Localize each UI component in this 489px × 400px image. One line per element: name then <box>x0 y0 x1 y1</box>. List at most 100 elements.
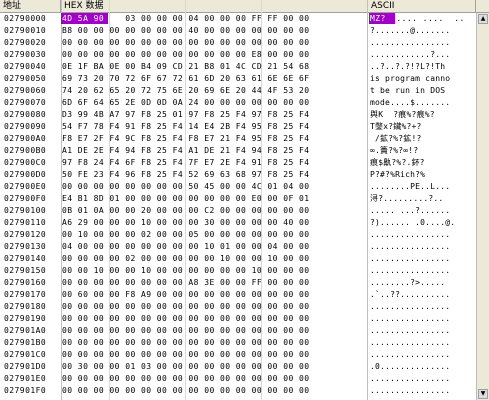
row-hex-bytes[interactable]: 4D 5A 90 00 03 00 00 00 04 00 00 00 FF F… <box>62 13 365 24</box>
row-hex-bytes[interactable]: A1 DE 2E F4 94 F8 25 F4 A1 DE 21 F4 94 F… <box>62 145 365 156</box>
hex-row[interactable]: 027901B0 00 00 00 00 00 00 00 00 00 00 00… <box>0 337 489 348</box>
hex-row[interactable]: 027901A0 00 00 00 00 00 00 00 00 00 00 00… <box>0 325 489 336</box>
row-ascii[interactable]: is program canno <box>370 73 475 84</box>
hex-row[interactable]: 027900D0 50 FE 23 F4 96 F8 25 F4 52 69 63… <box>0 169 489 180</box>
row-hex-bytes[interactable]: 00 00 00 00 00 00 00 00 00 00 00 00 00 0… <box>62 385 365 396</box>
hex-row[interactable]: 02790070 6D 6F 64 65 2E 0D 0D 0A 24 00 00… <box>0 97 489 108</box>
address-column-header[interactable]: 地址 <box>0 0 61 12</box>
row-hex-bytes[interactable]: E4 B1 8D 01 00 00 00 00 00 00 00 00 E0 0… <box>62 193 365 204</box>
row-hex-bytes[interactable]: 50 FE 23 F4 96 F8 25 F4 52 69 63 68 97 F… <box>62 169 365 180</box>
row-ascii[interactable]: T鐅x?鑶%?+? <box>370 121 475 132</box>
hex-row[interactable]: 02790030 00 00 00 00 00 00 00 00 00 00 00… <box>0 49 489 60</box>
row-ascii[interactable]: 痕$鼽?%?.鈈? <box>370 157 475 168</box>
hex-row[interactable]: 02790050 69 73 20 70 72 6F 67 72 61 6D 20… <box>0 73 489 84</box>
row-ascii[interactable]: ................ <box>370 373 475 384</box>
row-ascii[interactable]: ?)...... .0....@. <box>370 217 475 228</box>
row-ascii[interactable]: ................ <box>370 229 475 240</box>
hex-row[interactable]: 027901C0 00 00 00 00 00 00 00 00 00 00 00… <box>0 349 489 360</box>
row-ascii[interactable]: P?#?%Rich?% <box>370 169 475 180</box>
row-hex-bytes[interactable]: D3 99 4B A7 97 F8 25 01 97 F8 25 F4 97 F… <box>62 109 365 120</box>
row-hex-bytes[interactable]: 74 20 62 65 20 72 75 6E 20 69 6E 20 44 4… <box>62 85 365 96</box>
row-ascii[interactable]: ..... ...?...... <box>370 205 475 216</box>
row-hex-bytes[interactable]: 00 00 00 00 00 00 00 00 00 00 00 00 00 0… <box>62 325 365 336</box>
hex-row[interactable]: 027900E0 00 00 00 00 00 00 00 00 50 45 00… <box>0 181 489 192</box>
hex-row[interactable]: 027900C0 97 F8 24 F4 6F F8 25 F4 7F E7 2E… <box>0 157 489 168</box>
scroll-up-arrow-icon[interactable]: ▲ <box>478 14 488 24</box>
row-hex-bytes[interactable]: 00 00 00 00 00 00 00 00 A8 3E 00 00 FF 0… <box>62 277 365 288</box>
row-hex-bytes[interactable]: 0B 01 0A 00 00 20 00 00 00 C2 00 00 00 0… <box>62 205 365 216</box>
row-hex-bytes[interactable]: 00 00 00 00 00 00 00 00 00 00 00 00 00 0… <box>62 349 365 360</box>
row-hex-bytes[interactable]: 00 00 00 00 00 00 00 00 00 00 00 00 E8 0… <box>62 49 365 60</box>
row-ascii[interactable]: ∞.簣?%?∞!? <box>370 145 475 156</box>
row-ascii[interactable]: ................ <box>370 265 475 276</box>
hex-row[interactable]: 02790110 A6 29 00 00 00 10 00 00 00 30 00… <box>0 217 489 228</box>
row-ascii[interactable]: MZ? .... .... .. <box>370 13 475 24</box>
hex-row[interactable]: 027901E0 00 00 00 00 00 00 00 00 00 00 00… <box>0 373 489 384</box>
row-hex-bytes[interactable]: 0E 1F BA 0E 00 B4 09 CD 21 B8 01 4C CD 2… <box>62 61 365 72</box>
row-ascii[interactable]: ?.......@....... <box>370 25 475 36</box>
row-ascii[interactable]: ................ <box>370 301 475 312</box>
hex-row[interactable]: 02790160 00 00 00 00 00 00 00 00 A8 3E 00… <box>0 277 489 288</box>
row-hex-bytes[interactable]: 00 00 10 00 00 10 00 00 00 00 00 00 10 0… <box>62 265 365 276</box>
row-ascii[interactable]: ................ <box>370 241 475 252</box>
row-ascii[interactable]: ................ <box>370 349 475 360</box>
hex-row[interactable]: 027900A0 F8 E7 2F F4 9C F8 25 F4 F8 E7 21… <box>0 133 489 144</box>
row-ascii[interactable]: 舆K ?痕%?痕%? <box>370 109 475 120</box>
vertical-scrollbar[interactable]: ▲ ▼ <box>476 13 489 400</box>
row-ascii[interactable]: t be run in DOS <box>370 85 475 96</box>
row-hex-bytes[interactable]: 00 00 00 00 00 00 00 00 50 45 00 00 4C 0… <box>62 181 365 192</box>
row-ascii[interactable]: mode....$....... <box>370 97 475 108</box>
hex-row[interactable]: 02790190 00 00 00 00 00 00 00 00 00 00 00… <box>0 313 489 324</box>
row-ascii[interactable]: ................ <box>370 325 475 336</box>
row-hex-bytes[interactable]: 00 00 00 00 00 00 00 00 00 00 00 00 00 0… <box>62 301 365 312</box>
row-hex-bytes[interactable]: F8 E7 2F F4 9C F8 25 F4 F8 E7 21 F4 95 F… <box>62 133 365 144</box>
row-ascii[interactable]: .`..??.......... <box>370 289 475 300</box>
row-ascii[interactable]: ................ <box>370 385 475 396</box>
scroll-down-arrow-icon[interactable]: ▼ <box>478 389 488 399</box>
row-ascii[interactable]: ............?... <box>370 49 475 60</box>
row-hex-bytes[interactable]: B8 00 00 00 00 00 00 00 40 00 00 00 00 0… <box>62 25 365 36</box>
row-ascii[interactable]: .0.............. <box>370 361 475 372</box>
hex-row[interactable]: 02790080 D3 99 4B A7 97 F8 25 01 97 F8 25… <box>0 109 489 120</box>
row-hex-bytes[interactable]: 00 10 00 00 00 02 00 00 05 00 00 00 00 0… <box>62 229 365 240</box>
row-ascii[interactable]: ..?..?.?!?L?!Th <box>370 61 475 72</box>
hex-row[interactable]: 02790090 54 F7 78 F4 91 F8 25 F4 14 E4 2B… <box>0 121 489 132</box>
row-hex-bytes[interactable]: 00 00 00 00 00 00 00 00 00 00 00 00 00 0… <box>62 373 365 384</box>
row-ascii[interactable]: ................ <box>370 253 475 264</box>
row-ascii[interactable]: ................ <box>370 313 475 324</box>
row-hex-bytes[interactable]: A6 29 00 00 00 10 00 00 00 30 00 00 00 0… <box>62 217 365 228</box>
row-hex-bytes[interactable]: 04 00 00 00 00 00 00 00 00 10 01 00 00 0… <box>62 241 365 252</box>
hex-row[interactable]: 02790010 B8 00 00 00 00 00 00 00 40 00 00… <box>0 25 489 36</box>
hex-row[interactable]: 02790140 00 00 00 00 02 00 00 00 00 00 10… <box>0 253 489 264</box>
hex-row[interactable]: 02790130 04 00 00 00 00 00 00 00 00 10 01… <box>0 241 489 252</box>
hex-row[interactable]: 02790170 00 60 00 00 F8 A9 00 00 00 00 00… <box>0 289 489 300</box>
hex-row[interactable]: 02790020 00 00 00 00 00 00 00 00 00 00 00… <box>0 37 489 48</box>
hex-row[interactable]: 02790000 4D 5A 90 00 03 00 00 00 04 00 00… <box>0 13 489 24</box>
hex-row[interactable]: 02790150 00 00 10 00 00 10 00 00 00 00 00… <box>0 265 489 276</box>
row-hex-bytes[interactable]: 00 00 00 00 02 00 00 00 00 00 10 00 00 1… <box>62 253 365 264</box>
row-ascii[interactable]: ........?>..... <box>370 277 475 288</box>
row-hex-bytes[interactable]: 54 F7 78 F4 91 F8 25 F4 14 E4 2B F4 95 F… <box>62 121 365 132</box>
row-ascii[interactable]: ................ <box>370 37 475 48</box>
row-hex-bytes[interactable]: 6D 6F 64 65 2E 0D 0D 0A 24 00 00 00 00 0… <box>62 97 365 108</box>
row-hex-bytes[interactable]: 00 00 00 00 00 00 00 00 00 00 00 00 00 0… <box>62 337 365 348</box>
row-ascii[interactable]: 浔?.........?.. <box>370 193 475 204</box>
row-hex-bytes[interactable]: 00 00 00 00 00 00 00 00 00 00 00 00 00 0… <box>62 313 365 324</box>
row-ascii[interactable]: ................ <box>370 337 475 348</box>
row-ascii[interactable]: ........PE..L... <box>370 181 475 192</box>
hex-row[interactable]: 027900F0 E4 B1 8D 01 00 00 00 00 00 00 00… <box>0 193 489 204</box>
hex-row[interactable]: 02790060 74 20 62 65 20 72 75 6E 20 69 6E… <box>0 85 489 96</box>
hex-column-header[interactable]: HEX 数据 <box>61 0 368 12</box>
row-hex-bytes[interactable]: 69 73 20 70 72 6F 67 72 61 6D 20 63 61 6… <box>62 73 365 84</box>
hex-row[interactable]: 027900B0 A1 DE 2E F4 94 F8 25 F4 A1 DE 21… <box>0 145 489 156</box>
row-hex-bytes[interactable]: 97 F8 24 F4 6F F8 25 F4 7F E7 2E F4 91 F… <box>62 157 365 168</box>
hex-row[interactable]: 02790040 0E 1F BA 0E 00 B4 09 CD 21 B8 01… <box>0 61 489 72</box>
hex-row[interactable]: 027901D0 00 30 00 00 01 03 00 00 00 00 00… <box>0 361 489 372</box>
row-hex-bytes[interactable]: 00 00 00 00 00 00 00 00 00 00 00 00 00 0… <box>62 37 365 48</box>
hex-dump-panel[interactable]: 地址 HEX 数据 ASCII 02790000 4D 5A 90 00 03 0… <box>0 0 489 400</box>
row-ascii[interactable]: /鉱?%?鉱!? <box>370 133 475 144</box>
hex-row[interactable]: 02790180 00 00 00 00 00 00 00 00 00 00 00… <box>0 301 489 312</box>
row-hex-bytes[interactable]: 00 60 00 00 F8 A9 00 00 00 00 00 00 00 0… <box>62 289 365 300</box>
ascii-column-header[interactable]: ASCII <box>368 0 476 12</box>
hex-row[interactable]: 02790120 00 10 00 00 00 02 00 00 05 00 00… <box>0 229 489 240</box>
